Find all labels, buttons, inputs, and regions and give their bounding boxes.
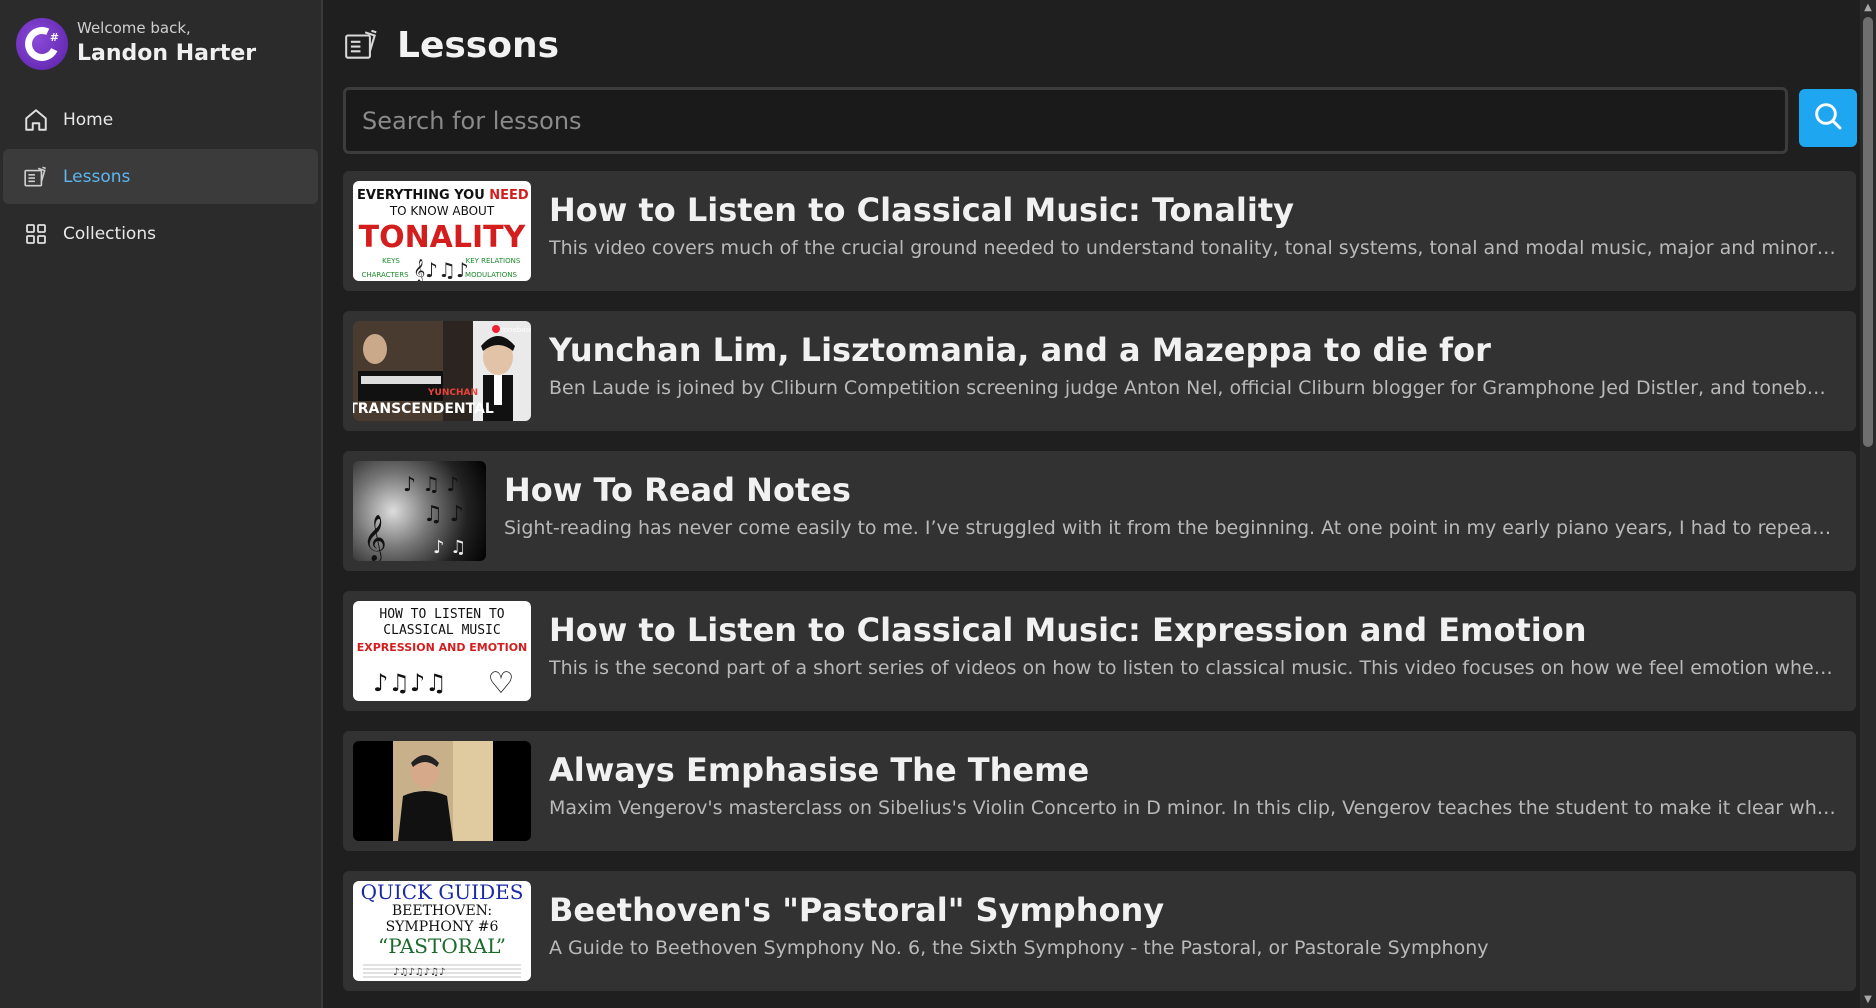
search-bar	[343, 87, 1857, 154]
lesson-title: How to Listen to Classical Music: Expres…	[549, 611, 1587, 649]
lesson-description: Maxim Vengerov's masterclass on Sibelius…	[549, 797, 1836, 819]
music-notes-icon: ♪ ♫ ♪	[403, 472, 459, 496]
music-notes-icon: ♫ ♪	[423, 502, 464, 527]
thumb-text: KEYS	[382, 257, 400, 265]
lesson-description: Ben Laude is joined by Cliburn Competiti…	[549, 377, 1836, 399]
lesson-list: EVERYTHING YOU NEED TO KNOW ABOUT TONALI…	[343, 171, 1856, 1008]
search-button[interactable]	[1799, 89, 1857, 147]
search-icon	[1812, 100, 1844, 136]
thumb-text: CHARACTERS	[361, 271, 409, 279]
sidebar-item-home[interactable]: Home	[3, 92, 318, 147]
lesson-card[interactable]: Always Emphasise The Theme Maxim Vengero…	[343, 731, 1856, 851]
lessons-icon	[23, 164, 49, 190]
user-name: Landon Harter	[77, 41, 257, 66]
page-header: Lessons	[343, 22, 559, 68]
thumb-text: EVERYTHING YOU NEED	[357, 188, 529, 203]
music-notes-icon: 𝄞♪♫♪	[413, 258, 468, 281]
thumb-text: CLASSICAL MUSIC	[383, 623, 500, 638]
lesson-card[interactable]: EVERYTHING YOU NEED TO KNOW ABOUT TONALI…	[343, 171, 1856, 291]
thumb-text: tonebase	[501, 326, 531, 334]
thumb-text: YUNCHAN	[427, 388, 478, 398]
heart-icon: ♡	[488, 666, 515, 701]
lesson-card[interactable]: HOW TO LISTEN TO CLASSICAL MUSIC EXPRESS…	[343, 591, 1856, 711]
lesson-thumbnail: HOW TO LISTEN TO CLASSICAL MUSIC EXPRESS…	[353, 601, 531, 701]
thumb-text: KEY RELATIONS	[466, 257, 521, 265]
music-notes-icon: ♪ ♫	[433, 537, 466, 558]
user-profile: # Welcome back, Landon Harter	[16, 18, 256, 70]
search-input[interactable]	[343, 87, 1788, 154]
sidebar-item-label: Home	[63, 109, 114, 130]
thumb-text: TO KNOW ABOUT	[389, 204, 495, 218]
thumb-text: SYMPHONY #6	[386, 919, 499, 935]
music-notes-icon: ♪♫♪♫	[373, 669, 447, 697]
scrollbar-thumb[interactable]	[1863, 17, 1873, 447]
thumb-text: HOW TO LISTEN TO	[379, 607, 504, 622]
lesson-thumbnail: 𝄞 ♪ ♫ ♪ ♫ ♪ ♪ ♫	[353, 461, 486, 561]
lesson-thumbnail: EVERYTHING YOU NEED TO KNOW ABOUT TONALI…	[353, 181, 531, 281]
page-title: Lessons	[397, 24, 559, 66]
thumb-text: MODULATIONS	[465, 271, 517, 279]
lesson-card[interactable]: QUICK GUIDES BEETHOVEN: SYMPHONY #6 “PAS…	[343, 871, 1856, 991]
lessons-icon	[343, 26, 381, 64]
music-notes-icon: ♪♫♪♫♪♫♪	[393, 967, 445, 978]
thumb-text: QUICK GUIDES	[361, 881, 524, 904]
sidebar-item-label: Collections	[63, 223, 156, 244]
sidebar-item-label: Lessons	[63, 166, 131, 187]
thumb-text: BEETHOVEN:	[392, 903, 492, 919]
sidebar-nav: Home Lessons Collections	[3, 92, 318, 263]
lesson-description: A Guide to Beethoven Symphony No. 6, the…	[549, 937, 1489, 959]
main-content: Lessons EVERYTHING YOU NEED TO KNOW ABOU…	[325, 0, 1860, 1008]
treble-clef-icon: 𝄞	[363, 515, 387, 561]
thumb-text: EXPRESSION AND EMOTION	[357, 641, 528, 654]
lesson-thumbnail: tonebase YUNCHAN TRANSCENDENTAL	[353, 321, 531, 421]
lesson-thumbnail: QUICK GUIDES BEETHOVEN: SYMPHONY #6 “PAS…	[353, 881, 531, 981]
lesson-title: How to Listen to Classical Music: Tonali…	[549, 191, 1294, 229]
lesson-title: How To Read Notes	[504, 471, 851, 509]
lesson-description: This video covers much of the crucial gr…	[549, 237, 1836, 259]
collections-icon	[23, 221, 49, 247]
lesson-title: Beethoven's "Pastoral" Symphony	[549, 891, 1165, 929]
lesson-description: Sight-reading has never come easily to m…	[504, 517, 1836, 539]
scroll-up-arrow-icon[interactable]: ▲	[1860, 0, 1876, 16]
home-icon	[23, 107, 49, 133]
sidebar-item-collections[interactable]: Collections	[3, 206, 318, 261]
scroll-down-arrow-icon[interactable]: ▼	[1860, 992, 1876, 1008]
lesson-description: This is the second part of a short serie…	[549, 657, 1836, 679]
sidebar: # Welcome back, Landon Harter Home Lesso…	[0, 0, 323, 1008]
thumb-title: “PASTORAL”	[378, 934, 506, 958]
lesson-title: Always Emphasise The Theme	[549, 751, 1090, 789]
thumb-title: TONALITY	[359, 220, 527, 255]
lesson-card[interactable]: 𝄞 ♪ ♫ ♪ ♫ ♪ ♪ ♫ How To Read Notes Sight-…	[343, 451, 1856, 571]
sidebar-item-lessons[interactable]: Lessons	[3, 149, 318, 204]
lesson-thumbnail	[353, 741, 531, 841]
thumb-title: TRANSCENDENTAL	[353, 401, 494, 417]
lesson-title: Yunchan Lim, Lisztomania, and a Mazeppa …	[549, 331, 1491, 369]
welcome-text: Welcome back,	[77, 19, 191, 37]
app-logo-avatar: #	[16, 18, 68, 70]
lesson-card[interactable]: tonebase YUNCHAN TRANSCENDENTAL Yunchan …	[343, 311, 1856, 431]
scrollbar[interactable]: ▲ ▼	[1860, 0, 1876, 1008]
